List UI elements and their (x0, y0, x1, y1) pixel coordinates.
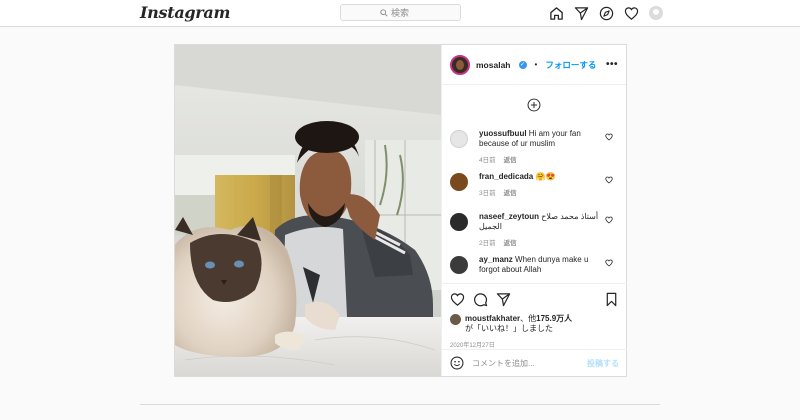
likes-summary: moustfakhater、他175.9万人 が「いいね！」しました (450, 314, 619, 334)
comment-like-heart-icon[interactable] (605, 176, 613, 184)
commenter-avatar[interactable] (450, 130, 468, 148)
action-icons-row (450, 290, 619, 308)
comment-username[interactable]: ay_manz (479, 255, 513, 264)
follow-button[interactable]: フォローする (545, 59, 596, 71)
footer-divider (140, 404, 660, 405)
reply-button[interactable]: 返信 (504, 237, 517, 247)
comment-username[interactable]: fran_dedicada (479, 172, 533, 181)
comment-text: 🤗😍 (535, 172, 556, 181)
search-input[interactable] (391, 7, 421, 18)
liker-avatar[interactable] (450, 314, 461, 325)
comment-item: naseef_zeytoun أستاذ محمد صلاح الجميل 2日… (442, 208, 627, 251)
comment-time[interactable]: 4日前 (479, 154, 496, 164)
likes-text: が「いいね！」しました (465, 324, 553, 333)
comment-like-heart-icon[interactable] (605, 133, 613, 141)
reply-button[interactable]: 返信 (504, 187, 517, 197)
load-more-comments (442, 85, 626, 125)
comment-item: ay_manz When dunya make u forgot about A… (442, 251, 627, 283)
author-username[interactable]: mosalah (476, 60, 511, 70)
commenter-avatar[interactable] (450, 256, 468, 274)
post-header: mosalah ✓ • フォローする ••• (442, 45, 626, 85)
comment-time[interactable]: 2日前 (479, 237, 496, 247)
comment-input[interactable] (472, 358, 579, 368)
post-actions: moustfakhater、他175.9万人 が「いいね！」しました 2020年… (442, 283, 627, 349)
post-photo[interactable] (175, 45, 441, 376)
reply-button[interactable]: 返信 (504, 154, 517, 164)
author-avatar[interactable] (450, 54, 470, 75)
load-more-plus-icon[interactable] (527, 98, 541, 112)
likes-text-mid: 、他 (520, 314, 537, 323)
more-options-icon[interactable]: ••• (606, 59, 618, 70)
comment-bubble-icon[interactable] (473, 292, 488, 307)
nav-icons (548, 5, 664, 21)
search-box[interactable] (340, 4, 461, 21)
comment-time[interactable]: 3日前 (479, 187, 496, 197)
emoji-icon[interactable] (450, 356, 464, 370)
comment-username[interactable]: yuossufbuul (479, 129, 527, 138)
likes-count[interactable]: 175.9万人 (536, 314, 572, 323)
post-card: mosalah ✓ • フォローする ••• yuossufbuul Hi am… (174, 44, 627, 377)
top-navigation-bar: Instagram (0, 0, 800, 27)
share-direct-icon[interactable] (496, 292, 511, 307)
explore-icon[interactable] (598, 5, 614, 21)
add-comment-bar: 投稿する (442, 349, 627, 376)
home-icon[interactable] (548, 5, 564, 21)
post-sidebar: mosalah ✓ • フォローする ••• yuossufbuul Hi am… (441, 45, 627, 376)
comment-item: fran_dedicada 🤗😍 3日前 返信 (442, 168, 627, 208)
commenter-avatar[interactable] (450, 173, 468, 191)
comment-like-heart-icon[interactable] (605, 259, 613, 267)
post-date[interactable]: 2020年12月27日 (450, 340, 619, 349)
comment-like-heart-icon[interactable] (605, 216, 613, 224)
direct-icon[interactable] (573, 5, 589, 21)
search-icon (380, 8, 388, 17)
separator-dot: • (534, 60, 538, 69)
bookmark-icon[interactable] (604, 292, 619, 307)
like-heart-icon[interactable] (450, 292, 465, 307)
comment-list: yuossufbuul Hi am your fan because of ur… (442, 125, 627, 283)
comment-username[interactable]: naseef_zeytoun (479, 212, 539, 221)
instagram-logo[interactable]: Instagram (140, 3, 230, 22)
comment-item: yuossufbuul Hi am your fan because of ur… (442, 125, 627, 168)
commenter-avatar[interactable] (450, 213, 468, 231)
verified-badge-icon: ✓ (518, 60, 527, 69)
activity-heart-icon[interactable] (623, 5, 639, 21)
liker-username[interactable]: moustfakhater (465, 314, 520, 323)
post-comment-button[interactable]: 投稿する (587, 358, 619, 369)
profile-avatar[interactable] (648, 5, 664, 21)
